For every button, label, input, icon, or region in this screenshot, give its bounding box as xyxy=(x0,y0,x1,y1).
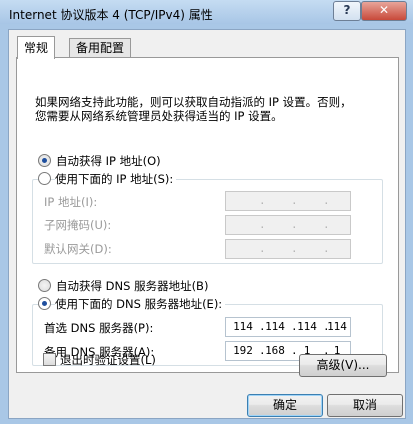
subnet-mask-field: ... xyxy=(225,215,351,235)
ip-address-label: IP 地址(I): xyxy=(44,195,98,209)
ip-manual-label[interactable]: 使用下面的 IP 地址(S): xyxy=(55,171,177,187)
description-line-1: 如果网络支持此功能，则可以获取自动指派的 IP 设置。否则， xyxy=(35,95,352,109)
advanced-button[interactable]: 高级(V)... xyxy=(299,354,387,377)
tab-general[interactable]: 常规 xyxy=(17,36,56,59)
dns-auto-radio[interactable] xyxy=(38,279,51,292)
validate-on-exit-label[interactable]: 退出时验证设置(L) xyxy=(60,352,156,368)
preferred-dns-field[interactable]: 114 . 114 . 114 . 114 xyxy=(225,317,351,337)
dns-auto-label[interactable]: 自动获得 DNS 服务器地址(B) xyxy=(56,278,208,294)
subnet-mask-label: 子网掩码(U): xyxy=(44,218,112,232)
default-gateway-label: 默认网关(D): xyxy=(44,242,112,256)
validate-on-exit-checkbox[interactable] xyxy=(43,353,56,366)
dns-manual-label[interactable]: 使用下面的 DNS 服务器地址(E): xyxy=(55,296,226,312)
ip-manual-radio[interactable] xyxy=(38,172,51,185)
ok-button[interactable]: 确定 xyxy=(247,394,323,417)
description-line-2: 您需要从网络系统管理员处获得适当的 IP 设置。 xyxy=(35,109,283,123)
default-gateway-field: ... xyxy=(225,239,351,259)
window-title: Internet 协议版本 4 (TCP/IPv4) 属性 xyxy=(9,8,213,22)
dns-manual-radio[interactable] xyxy=(38,297,51,310)
description-text: 如果网络支持此功能，则可以获取自动指派的 IP 设置。否则， 您需要从网络系统管… xyxy=(35,95,352,123)
help-button[interactable]: ? xyxy=(333,1,361,21)
preferred-dns-label: 首选 DNS 服务器(P): xyxy=(44,321,154,335)
cancel-button[interactable]: 取消 xyxy=(327,394,403,417)
tab-alternate-config[interactable]: 备用配置 xyxy=(69,38,132,58)
close-button[interactable]: ✕ xyxy=(361,1,407,21)
ip-auto-radio[interactable] xyxy=(38,154,51,167)
dialog-client-area: 常规 备用配置 如果网络支持此功能，则可以获取自动指派的 IP 设置。否则， 您… xyxy=(8,29,406,419)
ip-address-field: ... xyxy=(225,191,351,211)
general-tab-panel: 如果网络支持此功能，则可以获取自动指派的 IP 设置。否则， 您需要从网络系统管… xyxy=(16,57,399,373)
ip-auto-label[interactable]: 自动获得 IP 地址(O) xyxy=(56,153,161,169)
